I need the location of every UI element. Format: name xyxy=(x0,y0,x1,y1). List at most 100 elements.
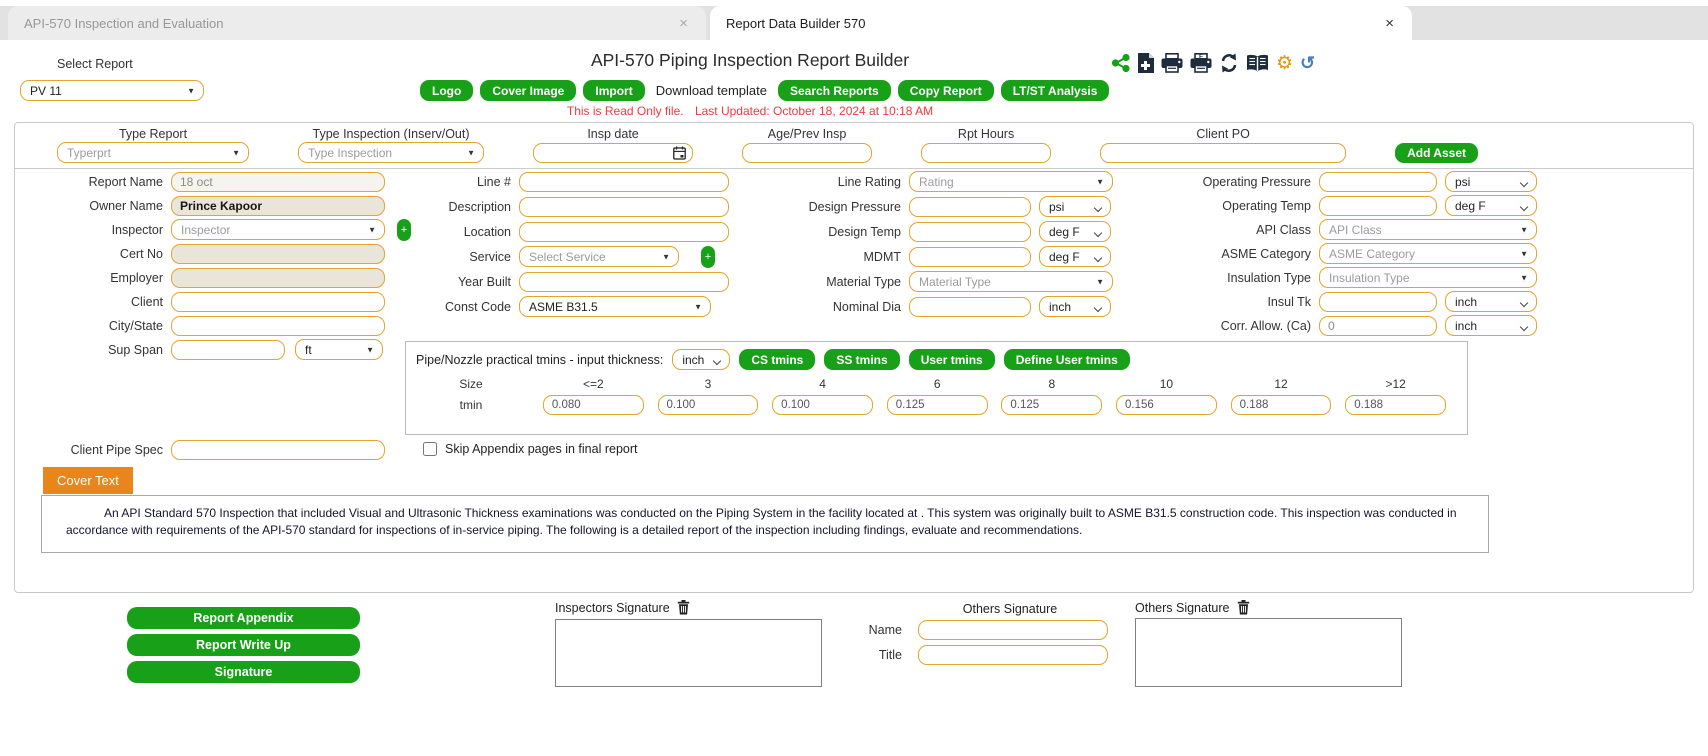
corr-allow-input[interactable] xyxy=(1319,316,1437,336)
inspector-select[interactable]: Inspector xyxy=(171,219,385,240)
const-code-select[interactable]: ASME B31.5 xyxy=(519,296,711,317)
toolbar-icons: F ⚙ xyxy=(1112,51,1315,75)
sup-span-unit-select[interactable]: ft xyxy=(295,339,383,360)
tmin-input-7[interactable] xyxy=(1231,395,1332,415)
tab-label: Report Data Builder 570 xyxy=(726,16,1383,31)
mdmt-input[interactable] xyxy=(909,247,1031,267)
client-pipe-spec-input[interactable] xyxy=(171,440,385,460)
download-template-link[interactable]: Download template xyxy=(652,83,771,98)
print-final-icon[interactable]: F xyxy=(1190,53,1212,73)
location-input[interactable] xyxy=(519,222,729,242)
cs-tmins-button[interactable]: CS tmins xyxy=(739,349,815,370)
others-signature-pad[interactable] xyxy=(1135,618,1402,687)
design-temp-input[interactable] xyxy=(909,222,1031,242)
report-appendix-button[interactable]: Report Appendix xyxy=(127,607,360,629)
search-reports-button[interactable]: Search Reports xyxy=(778,80,891,101)
material-type-select[interactable]: Material Type xyxy=(909,271,1113,292)
owner-name-input[interactable] xyxy=(171,196,385,216)
settings-gear-icon[interactable]: ⚙ xyxy=(1276,54,1293,73)
ltst-analysis-button[interactable]: LT/ST Analysis xyxy=(1001,80,1110,101)
operating-temp-input[interactable] xyxy=(1319,196,1437,216)
tmin-input-6[interactable] xyxy=(1116,395,1217,415)
service-label: Service xyxy=(409,250,519,264)
report-log-icon[interactable] xyxy=(1246,54,1269,73)
rpt-hours-input[interactable] xyxy=(921,143,1051,163)
type-inspection-select[interactable]: Type Inspection xyxy=(298,142,484,163)
others-signature-label: Others Signature xyxy=(915,602,1105,616)
tmins-size-row: Size <=2 3 4 6 8 10 12 >12 xyxy=(406,377,1467,391)
tmin-input-4[interactable] xyxy=(887,395,988,415)
define-user-tmins-button[interactable]: Define User tmins xyxy=(1004,349,1130,370)
mdmt-unit-select[interactable]: deg F xyxy=(1039,246,1111,267)
inspector-label: Inspector xyxy=(45,223,171,237)
signature-button[interactable]: Signature xyxy=(127,661,360,683)
tab-api570-inspection-and-evaluation[interactable]: API-570 Inspection and Evaluation × xyxy=(8,6,706,40)
ss-tmins-button[interactable]: SS tmins xyxy=(824,349,899,370)
nominal-dia-input[interactable] xyxy=(909,297,1031,317)
inspectors-signature-pad[interactable] xyxy=(555,619,822,687)
age-prev-insp-label: Age/Prev Insp xyxy=(768,127,847,141)
api-class-select[interactable]: API Class xyxy=(1319,219,1537,240)
service-select[interactable]: Select Service xyxy=(519,246,679,267)
insul-tk-input[interactable] xyxy=(1319,292,1437,312)
trash-icon[interactable] xyxy=(1237,600,1250,615)
select-report-dropdown[interactable]: PV 11 xyxy=(20,80,204,101)
history-undo-icon[interactable]: ↺ xyxy=(1300,54,1315,72)
user-tmins-button[interactable]: User tmins xyxy=(909,349,995,370)
operating-pressure-input[interactable] xyxy=(1319,172,1437,192)
copy-report-button[interactable]: Copy Report xyxy=(898,80,994,101)
design-pressure-unit-select[interactable]: psi xyxy=(1039,196,1111,217)
page-title: API-570 Piping Inspection Report Builder xyxy=(400,50,1100,71)
print-icon[interactable] xyxy=(1161,53,1183,73)
cover-text-box[interactable]: An API Standard 570 Inspection that incl… xyxy=(41,495,1489,553)
close-icon[interactable]: × xyxy=(677,15,690,32)
insulation-type-select[interactable]: Insulation Type xyxy=(1319,267,1537,288)
signer-name-input[interactable] xyxy=(918,620,1108,640)
age-prev-insp-input[interactable] xyxy=(742,143,872,163)
tmin-input-2[interactable] xyxy=(658,395,759,415)
tmin-input-5[interactable] xyxy=(1001,395,1102,415)
insul-tk-unit-select[interactable]: inch xyxy=(1445,291,1537,312)
asme-category-select[interactable]: ASME Category xyxy=(1319,243,1537,264)
operating-temp-unit-select[interactable]: deg F xyxy=(1445,195,1537,216)
cover-text-tab[interactable]: Cover Text xyxy=(43,467,133,494)
client-po-input[interactable] xyxy=(1100,143,1346,163)
tmin-input-8[interactable] xyxy=(1345,395,1446,415)
const-code-label: Const Code xyxy=(409,300,519,314)
add-service-button[interactable]: + xyxy=(701,246,715,268)
close-icon[interactable]: × xyxy=(1383,15,1396,32)
nominal-dia-unit-select[interactable]: inch xyxy=(1039,296,1111,317)
city-state-input[interactable] xyxy=(171,316,385,336)
share-icon[interactable] xyxy=(1112,54,1130,72)
refresh-icon[interactable] xyxy=(1219,53,1239,73)
sup-span-input[interactable] xyxy=(171,340,285,360)
tmin-input-1[interactable] xyxy=(543,395,644,415)
import-button[interactable]: Import xyxy=(583,80,644,101)
insp-date-input[interactable] xyxy=(533,143,693,163)
line-rating-select[interactable]: Rating xyxy=(909,171,1113,192)
corr-allow-unit-select[interactable]: inch xyxy=(1445,315,1537,336)
material-type-label: Material Type xyxy=(779,275,909,289)
add-asset-button[interactable]: Add Asset xyxy=(1395,143,1478,163)
report-name-input[interactable] xyxy=(171,172,385,192)
trash-icon[interactable] xyxy=(677,600,690,615)
skip-appendix-checkbox[interactable] xyxy=(423,442,437,456)
sup-span-label: Sup Span xyxy=(45,343,171,357)
design-pressure-input[interactable] xyxy=(909,197,1031,217)
new-report-icon[interactable] xyxy=(1137,53,1154,73)
description-input[interactable] xyxy=(519,197,729,217)
calendar-icon[interactable] xyxy=(673,146,686,160)
operating-pressure-unit-select[interactable]: psi xyxy=(1445,171,1537,192)
logo-button[interactable]: Logo xyxy=(420,80,473,101)
tmins-unit-select[interactable]: inch xyxy=(672,349,730,370)
type-report-select[interactable]: Typerprt xyxy=(57,142,249,163)
tmin-input-3[interactable] xyxy=(772,395,873,415)
report-write-up-button[interactable]: Report Write Up xyxy=(127,634,360,656)
year-built-input[interactable] xyxy=(519,272,729,292)
tab-report-data-builder-570[interactable]: Report Data Builder 570 × xyxy=(710,6,1412,40)
signer-title-input[interactable] xyxy=(918,645,1108,665)
line-no-input[interactable] xyxy=(519,172,729,192)
cover-image-button[interactable]: Cover Image xyxy=(480,80,576,101)
design-temp-unit-select[interactable]: deg F xyxy=(1039,221,1111,242)
client-input[interactable] xyxy=(171,292,385,312)
